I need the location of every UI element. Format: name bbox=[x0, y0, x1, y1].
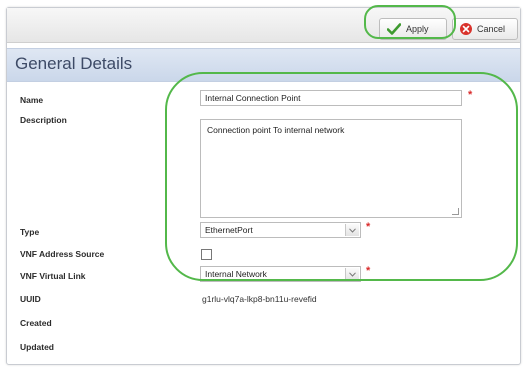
check-icon bbox=[387, 23, 401, 35]
apply-label: Apply bbox=[406, 24, 429, 34]
type-label: Type bbox=[20, 227, 40, 237]
name-required-mark: * bbox=[468, 89, 473, 101]
chevron-down-icon[interactable] bbox=[345, 268, 359, 280]
cancel-icon bbox=[460, 23, 472, 35]
section-header: General Details bbox=[7, 48, 520, 82]
uuid-value: g1rlu-vlq7a-lkp8-bn11u-revefid bbox=[202, 294, 317, 304]
type-select[interactable]: EthernetPort bbox=[200, 222, 361, 238]
toolbar: Apply Cancel bbox=[7, 8, 520, 43]
apply-button[interactable]: Apply bbox=[379, 18, 447, 40]
type-select-value: EthernetPort bbox=[205, 225, 253, 235]
section-title: General Details bbox=[15, 54, 133, 73]
chevron-down-icon[interactable] bbox=[345, 224, 359, 236]
resize-grip-icon[interactable] bbox=[452, 208, 459, 215]
cancel-label: Cancel bbox=[477, 24, 506, 34]
updated-label: Updated bbox=[20, 342, 54, 352]
name-field[interactable]: Internal Connection Point bbox=[200, 90, 462, 106]
type-required-mark: * bbox=[366, 221, 371, 233]
description-label: Description bbox=[20, 115, 67, 125]
vnf-address-source-label: VNF Address Source bbox=[20, 249, 105, 259]
details-dialog: Apply Cancel General Details Name Intern… bbox=[6, 7, 521, 365]
cancel-button[interactable]: Cancel bbox=[452, 18, 518, 40]
vnf-virtual-link-select[interactable]: Internal Network bbox=[200, 266, 361, 282]
vnf-virtual-link-label: VNF Virtual Link bbox=[20, 271, 86, 281]
vnf-virtual-link-required-mark: * bbox=[366, 265, 371, 277]
description-text: Connection point To internal network bbox=[207, 125, 345, 135]
name-label: Name bbox=[20, 95, 44, 105]
vnf-address-source-checkbox[interactable] bbox=[201, 249, 212, 260]
created-label: Created bbox=[20, 318, 52, 328]
vnf-virtual-link-value: Internal Network bbox=[205, 269, 267, 279]
description-field[interactable]: Connection point To internal network bbox=[200, 119, 462, 218]
uuid-label: UUID bbox=[20, 294, 41, 304]
